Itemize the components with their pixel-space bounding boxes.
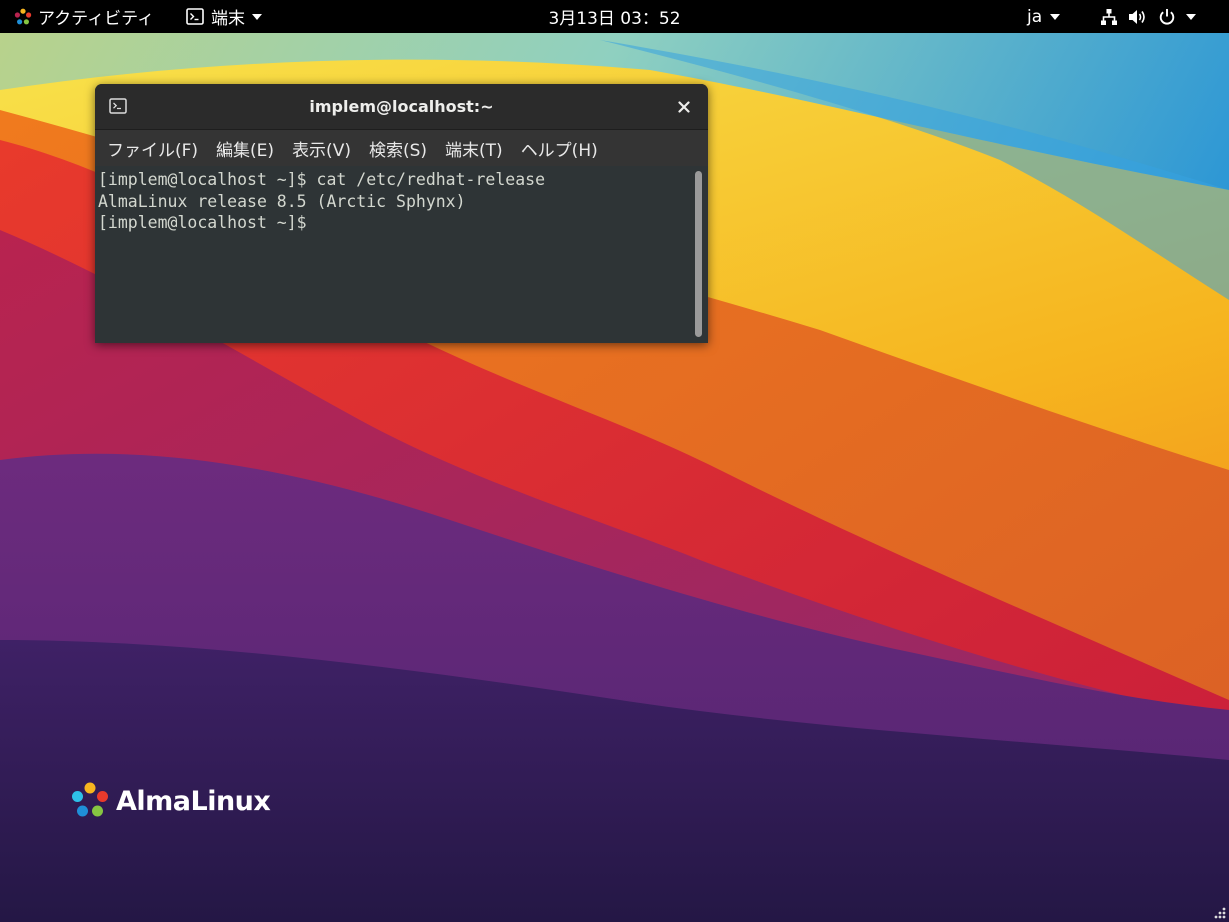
almalinux-desktop-logo: AlmaLinux [70,781,271,821]
window-title: implem@localhost:~ [309,97,494,116]
chevron-down-icon [1050,13,1061,20]
scrollbar[interactable] [695,171,702,337]
top-bar: アクティビティ 端末 3月13日 03：52 ja [0,0,1229,33]
terminal-line: [implem@localhost ~]$ [98,213,317,232]
terminal-icon [109,98,127,118]
menu-terminal[interactable]: 端末(T) [437,130,513,166]
terminal-window[interactable]: implem@localhost:~ ファイル(F) 編集(E) 表示(V) 検… [95,84,708,343]
chevron-down-icon [252,13,262,20]
language-label: ja [1027,6,1043,27]
terminal-output[interactable]: [implem@localhost ~]$ cat /etc/redhat-re… [95,166,708,343]
terminal-line: AlmaLinux release 8.5 (Arctic Sphynx) [98,191,466,211]
volume-icon [1128,8,1148,26]
chevron-down-icon [1186,13,1196,20]
title-bar[interactable]: implem@localhost:~ [95,84,708,130]
system-menu[interactable] [1100,0,1196,33]
desktop: アクティビティ 端末 3月13日 03：52 ja implem@localho… [0,0,1229,922]
menu-view[interactable]: 表示(V) [284,130,361,166]
app-menu-label: 端末 [211,9,245,29]
activities-button[interactable]: アクティビティ [14,0,154,33]
close-button[interactable] [673,96,695,118]
almalinux-logo-text: AlmaLinux [116,785,271,817]
corner-grip-icon [1214,907,1226,919]
terminal-line: [implem@localhost ~]$ cat /etc/redhat-re… [98,170,546,189]
terminal-text: [implem@localhost ~]$ cat /etc/redhat-re… [98,169,545,234]
clock[interactable]: 3月13日 03：52 [548,4,680,29]
almalinux-logo-icon [14,8,32,26]
language-selector[interactable]: ja [1027,0,1061,33]
power-icon [1158,8,1176,26]
close-icon [678,101,690,113]
app-menu-button[interactable]: 端末 [186,0,262,33]
menu-search[interactable]: 検索(S) [361,130,437,166]
menu-help[interactable]: ヘルプ(H) [513,130,608,166]
network-icon [1100,8,1118,26]
menu-bar: ファイル(F) 編集(E) 表示(V) 検索(S) 端末(T) ヘルプ(H) [95,130,708,166]
almalinux-logo-icon [72,782,108,817]
activities-label: アクティビティ [38,9,155,29]
menu-edit[interactable]: 編集(E) [208,130,284,166]
menu-file[interactable]: ファイル(F) [107,130,208,166]
terminal-icon [186,8,204,25]
